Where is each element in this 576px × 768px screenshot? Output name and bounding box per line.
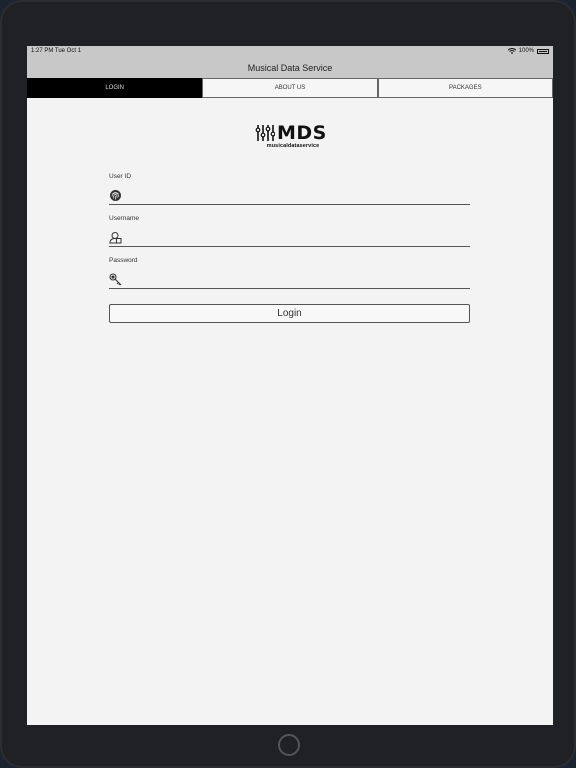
- page-title: Musical Data Service: [247, 63, 333, 73]
- tab-bar: LOGIN ABOUT US PACKAGES: [27, 78, 553, 98]
- status-right: 100%: [507, 48, 549, 54]
- home-button[interactable]: [278, 734, 300, 756]
- password-label: Password: [109, 257, 138, 264]
- username-field: [109, 229, 470, 247]
- user-id-label: User ID: [109, 173, 132, 180]
- username-input[interactable]: [127, 230, 465, 245]
- key-icon: [109, 273, 122, 286]
- status-bar: 1:27 PM Tue Oct 1 100%: [27, 46, 553, 58]
- tab-packages[interactable]: PACKAGES: [377, 78, 553, 98]
- wifi-icon: [507, 48, 516, 54]
- battery-icon: [537, 48, 549, 54]
- fingerprint-icon: [110, 190, 121, 201]
- password-field: [109, 271, 470, 289]
- tab-login[interactable]: LOGIN: [27, 78, 203, 98]
- user-icon: [109, 232, 122, 244]
- logo-subtitle: musicaldataservice: [266, 143, 320, 149]
- mds-logo: MDS musicaldataservice: [255, 123, 327, 153]
- login-button[interactable]: Login: [109, 304, 470, 323]
- tablet-frame: 1:27 PM Tue Oct 1 100% Musical Data Serv…: [0, 0, 576, 768]
- logo-wordmark: MDS: [277, 122, 327, 144]
- app-screen: 1:27 PM Tue Oct 1 100% Musical Data Serv…: [27, 46, 553, 725]
- user-id-field: [109, 187, 470, 205]
- password-input[interactable]: [127, 272, 465, 287]
- battery-percent: 100%: [518, 48, 534, 54]
- user-id-input[interactable]: [127, 188, 465, 203]
- equalizer-logo-icon: [255, 125, 275, 141]
- status-time: 1:27 PM Tue Oct 1: [31, 48, 82, 54]
- username-label: Username: [109, 215, 139, 222]
- tab-about-us[interactable]: ABOUT US: [202, 78, 378, 98]
- navigation-bar: Musical Data Service: [27, 58, 553, 78]
